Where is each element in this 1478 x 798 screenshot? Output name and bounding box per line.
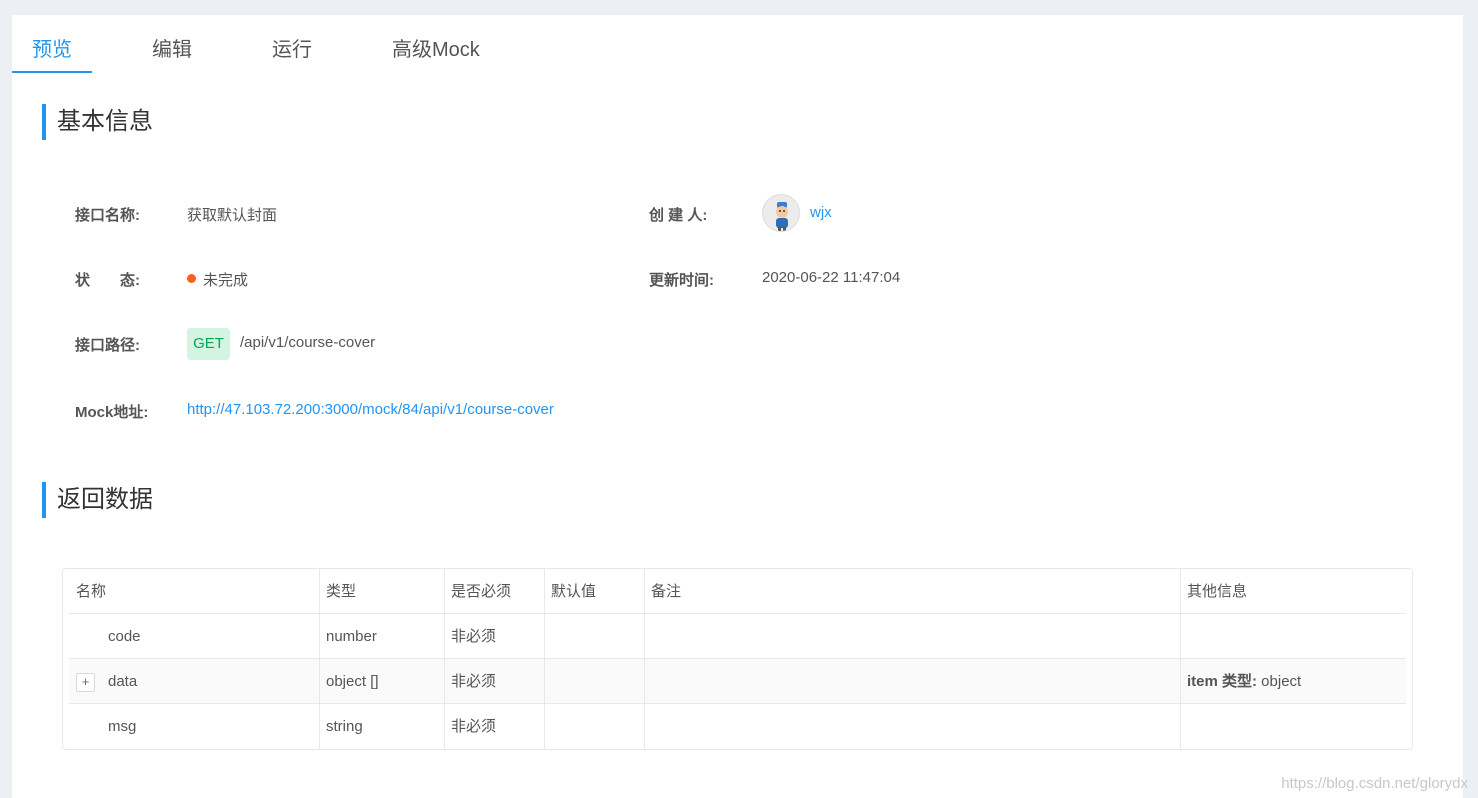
field-name: msg [108, 718, 137, 735]
column-divider [444, 569, 445, 749]
field-name: code [108, 628, 141, 645]
creator-label: 创 建 人: [649, 207, 708, 224]
column-divider [319, 569, 320, 749]
interface-name-label: 接口名称: [75, 207, 140, 224]
mock-address-link[interactable]: http://47.103.72.200:3000/mock/84/api/v1… [187, 401, 554, 418]
updated-time-label: 更新时间: [649, 272, 714, 289]
creator-link[interactable]: wjx [810, 204, 832, 221]
table-row: + data object [] 非必须 item 类型: object [69, 659, 1406, 704]
column-header-required: 是否必须 [451, 583, 512, 600]
column-header-other: 其他信息 [1187, 583, 1248, 600]
column-header-type: 类型 [326, 583, 357, 600]
field-name: data [108, 673, 138, 690]
updated-time-value: 2020-06-22 11:47:04 [762, 269, 901, 286]
avatar-icon [763, 195, 799, 231]
response-table: 名称 类型 是否必须 默认值 备注 其他信息 code number 非必须 +… [62, 568, 1413, 750]
basic-info-title: 基本信息 [42, 104, 153, 140]
field-type: number [326, 628, 377, 645]
table-row: code number 非必须 [69, 614, 1406, 659]
column-divider [644, 569, 645, 749]
item-type-key: item 类型: [1187, 673, 1258, 690]
tab-advanced-mock[interactable]: 高级Mock [392, 33, 480, 62]
field-type: object [] [326, 673, 379, 690]
active-tab-indicator [12, 71, 92, 73]
expand-row-button[interactable]: + [76, 673, 95, 692]
status-label: 状 态: [75, 272, 140, 289]
field-other-info: item 类型: object [1187, 659, 1301, 704]
item-type-value: object [1257, 673, 1302, 690]
column-divider [544, 569, 545, 749]
table-header-row: 名称 类型 是否必须 默认值 备注 其他信息 [69, 569, 1406, 614]
interface-path-label: 接口路径: [75, 337, 140, 354]
mock-address-label: Mock地址: [75, 404, 149, 421]
interface-path-value: /api/v1/course-cover [240, 334, 376, 351]
table-row: msg string 非必须 [69, 704, 1406, 749]
tab-edit[interactable]: 编辑 [152, 33, 192, 62]
interface-name-value: 获取默认封面 [187, 207, 278, 224]
field-required: 非必须 [451, 673, 497, 690]
column-header-note: 备注 [651, 583, 682, 600]
column-divider [1180, 569, 1181, 749]
column-header-default: 默认值 [551, 583, 597, 600]
status-value: 未完成 [203, 272, 249, 289]
field-required: 非必须 [451, 628, 497, 645]
tab-preview[interactable]: 预览 [32, 33, 72, 62]
avatar[interactable] [762, 194, 800, 232]
tab-run[interactable]: 运行 [272, 33, 312, 62]
status-dot-icon [187, 274, 196, 283]
interface-panel: 预览 编辑 运行 高级Mock 基本信息 接口名称: 获取默认封面 创 建 人:… [12, 15, 1463, 798]
field-required: 非必须 [451, 718, 497, 735]
tab-bar: 预览 编辑 运行 高级Mock [12, 15, 1463, 74]
field-type: string [326, 718, 363, 735]
watermark: https://blog.csdn.net/glorydx [1281, 775, 1468, 792]
column-header-name: 名称 [76, 583, 107, 600]
method-badge: GET [187, 328, 230, 360]
response-data-title: 返回数据 [42, 482, 153, 518]
